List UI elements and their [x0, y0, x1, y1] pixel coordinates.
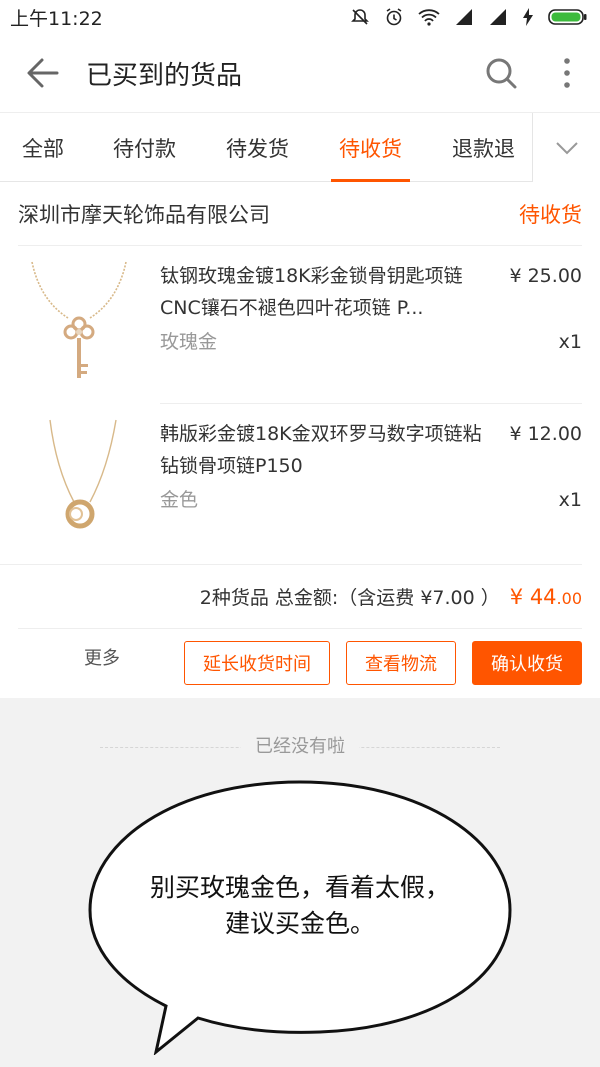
- search-icon: [486, 58, 517, 89]
- total-integer: 44: [529, 584, 557, 609]
- status-bar: 上午11:22: [0, 0, 600, 34]
- more-vertical-icon: [564, 58, 570, 88]
- total-decimal: .00: [556, 588, 582, 608]
- signal-icon: [454, 8, 474, 26]
- product-qty: x1: [558, 331, 582, 353]
- tab-pending-receipt[interactable]: 待收货: [331, 113, 410, 182]
- page-title: 已买到的货品: [86, 60, 243, 91]
- product-image-ring-necklace: [20, 418, 138, 544]
- product-image-key-necklace: [20, 260, 138, 386]
- total-currency: ¥: [509, 584, 530, 609]
- end-of-list: 已经没有啦: [0, 732, 600, 758]
- tabs-expand-button[interactable]: [532, 113, 600, 182]
- product-sku: 金色: [160, 489, 199, 511]
- shop-row[interactable]: 深圳市摩天轮饰品有限公司 待收货: [18, 182, 582, 246]
- tab-refund[interactable]: 退款退: [452, 113, 532, 182]
- product-price: ¥ 25.00: [509, 265, 582, 287]
- back-button[interactable]: [0, 34, 86, 112]
- end-of-list-text: 已经没有啦: [241, 732, 359, 758]
- battery-icon: [548, 7, 588, 27]
- signal-icon-2: [488, 8, 508, 26]
- product-title: 韩版彩金镀18K金双环罗马数字项链粘钻锁骨项链P150: [160, 423, 482, 477]
- tab-pending-payment[interactable]: 待付款: [113, 113, 176, 182]
- order-total: ¥ 44.00: [510, 585, 582, 609]
- bubble-text: 别买玫瑰金色，看着太假，建议买金色。: [149, 873, 450, 938]
- order-item[interactable]: 钛钢玫瑰金镀18K彩金锁骨钥匙项链 CNC镶石不褪色四叶花项链 P... ¥ 2…: [0, 246, 600, 404]
- alarm-icon: [384, 7, 404, 27]
- extend-receipt-button[interactable]: 延长收货时间: [184, 641, 330, 685]
- order-summary: 2种货品 总金额:（含运费 ¥7.00 ） ¥ 44.00: [0, 564, 582, 628]
- arrow-left-icon: [27, 58, 59, 88]
- summary-text: 2种货品 总金额:（含运费 ¥7.00 ）: [199, 587, 500, 609]
- status-time: 上午11:22: [10, 7, 103, 30]
- chevron-down-icon: [555, 141, 578, 154]
- product-sku: 玫瑰金: [160, 331, 218, 353]
- more-menu-button[interactable]: [534, 34, 600, 112]
- search-button[interactable]: [468, 34, 534, 112]
- tab-all[interactable]: 全部: [22, 113, 64, 182]
- order-actions: 更多 延长收货时间 查看物流 确认收货: [0, 628, 582, 698]
- speech-bubble: 别买玫瑰金色，看着太假，建议买金色。: [70, 770, 530, 1056]
- order-tabs: 全部 待付款 待发货 待收货 退款退: [0, 112, 600, 182]
- product-qty: x1: [558, 489, 582, 511]
- product-price: ¥ 12.00: [509, 423, 582, 445]
- confirm-receipt-button[interactable]: 确认收货: [472, 641, 582, 685]
- order-card[interactable]: 深圳市摩天轮饰品有限公司 待收货 钛钢玫瑰金镀18K彩金锁骨钥匙项链 CNC镶石…: [0, 182, 600, 698]
- order-status: 待收货: [519, 202, 582, 227]
- more-actions-link[interactable]: 更多: [84, 644, 120, 670]
- shop-name: 深圳市摩天轮饰品有限公司: [18, 202, 270, 227]
- status-icons: [350, 7, 588, 27]
- app-header: 已买到的货品: [0, 34, 600, 112]
- charging-icon: [522, 7, 534, 27]
- product-title: 钛钢玫瑰金镀18K彩金锁骨钥匙项链 CNC镶石不褪色四叶花项链 P...: [160, 265, 463, 319]
- view-logistics-button[interactable]: 查看物流: [346, 641, 456, 685]
- mute-icon: [350, 7, 370, 27]
- order-item[interactable]: 韩版彩金镀18K金双环罗马数字项链粘钻锁骨项链P150 ¥ 12.00 金色 x…: [0, 404, 600, 562]
- wifi-icon: [418, 8, 440, 26]
- tab-pending-shipment[interactable]: 待发货: [226, 113, 289, 182]
